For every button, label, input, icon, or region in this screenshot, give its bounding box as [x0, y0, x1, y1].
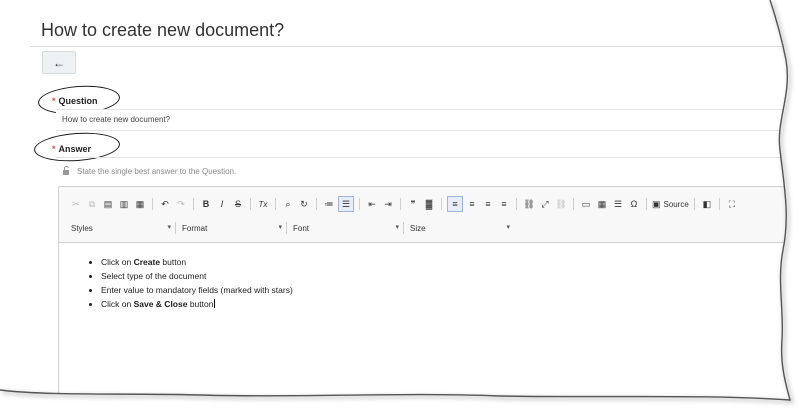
table-icon[interactable]: ▦ — [595, 197, 609, 211]
styles-combo[interactable]: Styles ▾ — [71, 221, 175, 235]
list-item-text: Select type of the document — [101, 271, 207, 281]
replace-icon[interactable]: ↻ — [297, 197, 311, 211]
remove-format-icon[interactable]: Tx — [256, 197, 270, 211]
toolbar-separator — [403, 222, 404, 234]
special-char-icon[interactable]: Ω — [627, 197, 641, 211]
toolbar-separator — [359, 198, 360, 210]
maximize-icon[interactable]: ⤢ — [538, 197, 552, 211]
lock-open-icon — [62, 165, 71, 177]
cut-icon[interactable]: ✂ — [69, 197, 83, 211]
source-button[interactable]: ▣ Source — [652, 199, 689, 210]
horizontal-line-icon[interactable]: ☰ — [611, 197, 625, 211]
toolbar-row-buttons: ✂ ⧉ ▤ ▥ ▦ ↶ ↷ B I S Tx ⌕ ↻ ≔ ☰ ⇤ ⇥ ❞ ▓ ≡ ≡ ≡ ≡ ⛓ ⤢ ⛓ ▭ ▦ ☰ Ω ▣ Source ◧ ⛶ — [69, 196, 741, 212]
undo-icon[interactable]: ↶ — [158, 197, 172, 211]
question-value: How to create new document? — [62, 115, 171, 124]
toolbar-separator — [250, 198, 251, 210]
answer-hint-text: State the single best answer to the Ques… — [77, 167, 237, 176]
bold-text: Create — [133, 257, 161, 267]
copy-icon[interactable]: ⧉ — [85, 197, 99, 211]
toolbar-separator — [573, 198, 574, 210]
toolbar-separator — [516, 198, 517, 210]
div-icon[interactable]: ▓ — [422, 197, 436, 211]
list-item: Click on Create button — [101, 255, 800, 269]
text-caret — [214, 299, 216, 308]
editor-toolbar: ✂ ⧉ ▤ ▥ ▦ ↶ ↷ B I S Tx ⌕ ↻ ≔ ☰ ⇤ ⇥ ❞ ▓ ≡ ≡ ≡ ≡ ⛓ ⤢ ⛓ ▭ ▦ ☰ Ω ▣ Source ◧ ⛶… — [59, 187, 800, 243]
toolbar-separator — [646, 198, 647, 210]
format-combo-label: Format — [182, 223, 208, 233]
paste-word-icon[interactable]: ▦ — [133, 197, 147, 211]
toolbar-separator — [193, 198, 194, 210]
list-item-text: button — [187, 299, 214, 309]
list-item-text: Click on — [101, 299, 134, 309]
paste-text-icon[interactable]: ▥ — [117, 197, 131, 211]
answer-divider — [56, 157, 800, 158]
toolbar-separator — [316, 198, 317, 210]
numbered-list-icon[interactable]: ≔ — [322, 197, 336, 211]
justify-icon[interactable]: ≡ — [497, 197, 511, 211]
toolbar-separator — [693, 198, 695, 210]
redo-icon[interactable]: ↷ — [174, 197, 188, 211]
required-marker: * — [52, 96, 56, 106]
answer-hint: State the single best answer to the Ques… — [62, 165, 237, 177]
align-right-icon[interactable]: ≡ — [481, 197, 495, 211]
page-title: How to create new document? — [41, 20, 285, 40]
rich-text-editor[interactable]: ✂ ⧉ ▤ ▥ ▦ ↶ ↷ B I S Tx ⌕ ↻ ≔ ☰ ⇤ ⇥ ❞ ▓ ≡ ≡ ≡ ≡ ⛓ ⤢ ⛓ ▭ ▦ ☰ Ω ▣ Source ◧ ⛶… — [58, 186, 800, 419]
format-combo[interactable]: Format ▾ — [182, 221, 286, 235]
paste-icon[interactable]: ▤ — [101, 197, 115, 211]
size-combo[interactable]: Size ▾ — [410, 221, 514, 235]
chevron-down-icon: ▾ — [506, 224, 510, 231]
chevron-down-icon: ▾ — [395, 224, 399, 231]
bold-text: Save & Close — [133, 299, 188, 309]
align-left-icon[interactable]: ≡ — [447, 196, 463, 212]
required-marker: * — [52, 144, 56, 154]
toolbar-row-combos: Styles ▾ Format ▾ Font ▾ Size ▾ — [71, 221, 514, 235]
title-divider — [30, 46, 800, 47]
screenshot-page: How to create new document? ← * Question … — [0, 0, 800, 419]
answer-bullet-list: Click on Create button Select type of the… — [59, 255, 800, 311]
find-icon[interactable]: ⌕ — [281, 197, 295, 211]
align-center-icon[interactable]: ≡ — [465, 197, 479, 211]
strike-icon[interactable]: S — [231, 197, 245, 211]
font-combo-label: Font — [293, 223, 310, 233]
font-combo[interactable]: Font ▾ — [293, 221, 403, 235]
bold-icon[interactable]: B — [199, 197, 213, 211]
styles-combo-label: Styles — [71, 223, 93, 233]
size-combo-label: Size — [410, 223, 426, 233]
fullscreen-icon[interactable]: ⛶ — [725, 197, 739, 211]
source-label: Source — [663, 199, 689, 209]
toolbar-separator — [286, 222, 287, 234]
italic-icon[interactable]: I — [215, 197, 229, 211]
list-item: Enter value to mandatory fields (marked … — [101, 283, 800, 297]
question-label: * Question — [52, 96, 98, 106]
preview-icon[interactable]: ◧ — [700, 197, 714, 211]
link-icon[interactable]: ⛓ — [522, 197, 536, 211]
list-item-text: button — [160, 257, 187, 267]
blockquote-icon[interactable]: ❞ — [406, 197, 420, 211]
back-button[interactable]: ← — [42, 51, 76, 74]
answer-label-text: Answer — [58, 144, 92, 154]
indent-icon[interactable]: ⇥ — [381, 197, 395, 211]
chevron-down-icon: ▾ — [278, 224, 282, 231]
editor-content[interactable]: Click on Create button Select type of the… — [59, 243, 800, 311]
toolbar-separator — [275, 198, 276, 210]
answer-label: * Answer — [52, 144, 91, 154]
arrow-left-icon: ← — [53, 55, 65, 70]
bulleted-list-icon[interactable]: ☰ — [338, 196, 354, 212]
source-icon: ▣ — [652, 198, 661, 209]
outdent-icon[interactable]: ⇤ — [365, 197, 379, 211]
question-label-text: Question — [58, 96, 98, 106]
toolbar-separator — [175, 222, 176, 234]
unlink-icon[interactable]: ⛓ — [554, 197, 568, 211]
toolbar-separator — [400, 198, 401, 210]
list-item: Click on Save & Close button — [101, 297, 800, 311]
image-icon[interactable]: ▭ — [579, 197, 593, 211]
toolbar-separator — [441, 198, 442, 210]
list-item-text: Click on — [101, 257, 134, 267]
list-item: Select type of the document — [101, 269, 800, 283]
chevron-down-icon: ▾ — [167, 224, 171, 231]
toolbar-separator — [718, 198, 720, 210]
list-item-text: Enter value to mandatory fields (marked … — [101, 285, 293, 295]
toolbar-separator — [152, 198, 153, 210]
